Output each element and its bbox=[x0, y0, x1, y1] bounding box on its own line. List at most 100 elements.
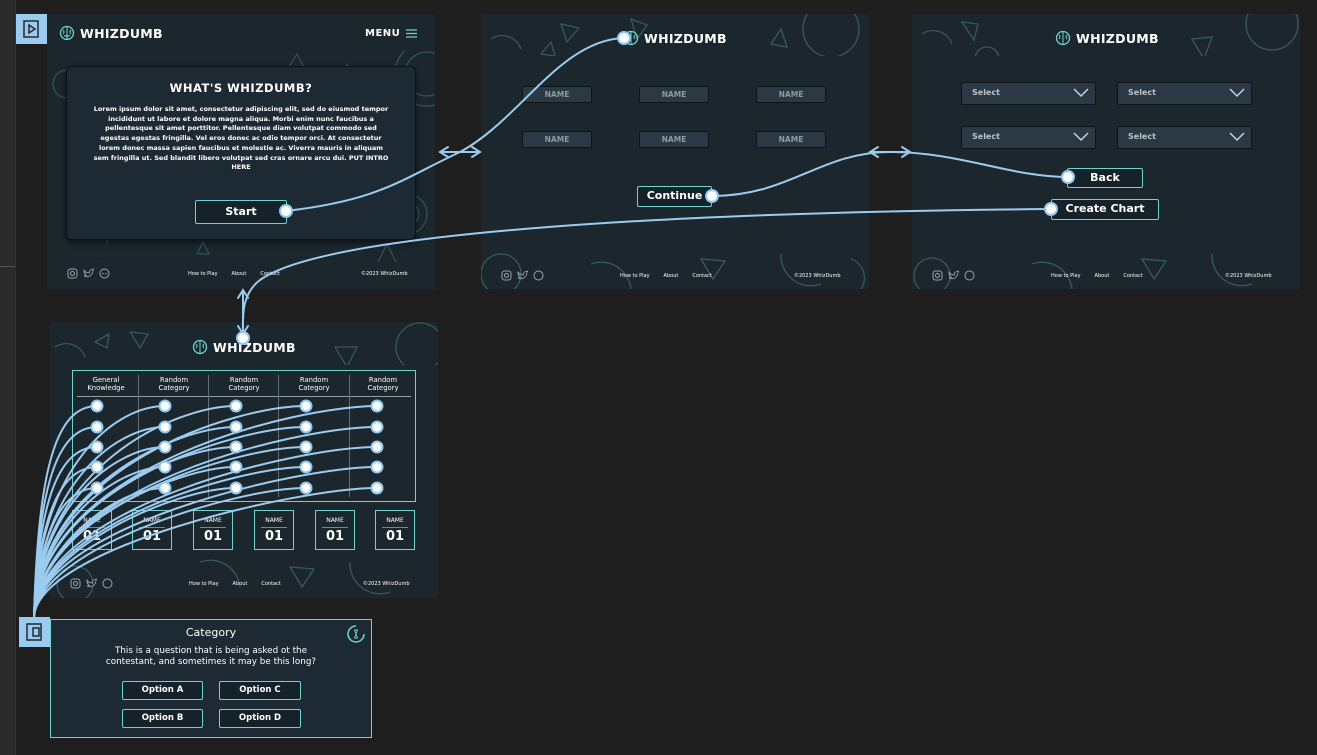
select-placeholder: Select bbox=[1128, 88, 1156, 97]
question-overlay-frame[interactable]: Category This is a question that is bein… bbox=[50, 619, 372, 738]
question-text: This is a question that is being asked o… bbox=[105, 646, 317, 667]
chevron-down-icon bbox=[1073, 88, 1089, 98]
select-placeholder: Select bbox=[972, 132, 1000, 141]
brand-name: WHIZDUMB bbox=[80, 25, 163, 41]
players-frame[interactable]: WHIZDUMB NAME NAME NAME NAME NAME NAME C… bbox=[481, 14, 869, 289]
footer-link-contact[interactable]: Contact bbox=[261, 581, 280, 587]
footer-links: How to Play About Contact bbox=[1051, 273, 1143, 279]
canvas-left-toolbar bbox=[0, 0, 16, 755]
instagram-icon[interactable] bbox=[932, 270, 943, 281]
footer-links: How to Play About Contact bbox=[620, 273, 712, 279]
brand-logo[interactable]: WHIZDUMB bbox=[623, 30, 727, 46]
brand-logo[interactable]: WHIZDUMB bbox=[1055, 30, 1159, 46]
select-placeholder: Select bbox=[1128, 132, 1156, 141]
instagram-icon[interactable] bbox=[67, 268, 78, 279]
footer-copyright: ©2023 WhizDumb bbox=[361, 271, 408, 277]
footer-copyright: ©2023 WhizDumb bbox=[1225, 273, 1272, 279]
player-name-input-3[interactable]: NAME bbox=[756, 86, 826, 103]
chevron-down-icon bbox=[1229, 132, 1245, 142]
flow-starting-point-icon[interactable] bbox=[16, 14, 47, 44]
footer-links: How to Play About Contact bbox=[189, 581, 281, 587]
footer-link-how-to-play[interactable]: How to Play bbox=[189, 581, 219, 587]
player-name-input-4[interactable]: NAME bbox=[522, 131, 592, 148]
brain-icon bbox=[192, 339, 208, 355]
footer-link-contact[interactable]: Contact bbox=[260, 271, 279, 277]
category-header-2: Random Category bbox=[158, 376, 190, 392]
player-name-input-1[interactable]: NAME bbox=[522, 86, 592, 103]
timer-icon bbox=[347, 625, 365, 643]
footer-link-about[interactable]: About bbox=[664, 273, 679, 279]
brand-name: WHIZDUMB bbox=[1076, 30, 1159, 46]
select-placeholder: Select bbox=[972, 88, 1000, 97]
create-chart-button[interactable]: Create Chart bbox=[1051, 199, 1159, 220]
category-header-4: Random Category bbox=[298, 376, 330, 392]
player-name-input-2[interactable]: NAME bbox=[639, 86, 709, 103]
player-name-input-5[interactable]: NAME bbox=[639, 131, 709, 148]
brand-logo[interactable]: WHIZDUMB bbox=[192, 339, 296, 355]
menu-button[interactable]: MENU bbox=[365, 28, 418, 39]
intro-title: WHAT'S WHIZDUMB? bbox=[169, 81, 313, 95]
social-links bbox=[67, 268, 110, 279]
option-b-button[interactable]: Option B bbox=[122, 709, 203, 728]
board-footer: How to Play About Contact ©2023 WhizDumb bbox=[50, 572, 438, 598]
brand-logo[interactable]: WHIZDUMB bbox=[59, 25, 163, 41]
player-score-1: NAME 01 bbox=[72, 510, 112, 550]
flow-overlay-icon[interactable] bbox=[19, 617, 50, 647]
continue-button[interactable]: Continue bbox=[637, 186, 712, 207]
option-d-button[interactable]: Option D bbox=[219, 709, 301, 728]
home-footer: How to Play About Contact ©2023 WhizDumb bbox=[47, 262, 435, 284]
home-frame[interactable]: WHIZDUMB MENU WHAT'S WHIZDUMB? Lorem ips… bbox=[47, 14, 435, 289]
social-links bbox=[70, 578, 113, 589]
player-score-6: NAME 01 bbox=[375, 510, 415, 550]
discord-icon[interactable] bbox=[99, 268, 110, 279]
question-category-title: Category bbox=[185, 626, 237, 639]
question-board: General Knowledge Random Category Random Ca… bbox=[72, 370, 416, 502]
category-select-3[interactable]: Select bbox=[961, 126, 1096, 149]
footer-copyright: ©2023 WhizDumb bbox=[363, 581, 410, 587]
player-score-3: NAME 01 bbox=[193, 510, 233, 550]
instagram-icon[interactable] bbox=[501, 270, 512, 281]
board-frame[interactable]: WHIZDUMB General Knowledge Random Category… bbox=[50, 322, 438, 598]
category-select-1[interactable]: Select bbox=[961, 82, 1096, 105]
social-links bbox=[932, 270, 975, 281]
chevron-down-icon bbox=[1229, 88, 1245, 98]
option-a-button[interactable]: Option A bbox=[122, 681, 203, 700]
brain-icon bbox=[59, 25, 75, 41]
player-score-4: NAME 01 bbox=[254, 510, 294, 550]
footer-link-about[interactable]: About bbox=[233, 581, 248, 587]
back-button[interactable]: Back bbox=[1067, 168, 1143, 188]
twitter-icon[interactable] bbox=[517, 270, 528, 281]
discord-icon[interactable] bbox=[964, 270, 975, 281]
category-setup-frame[interactable]: WHIZDUMB Select Select Select Select Bac… bbox=[912, 14, 1300, 289]
footer-link-how-to-play[interactable]: How to Play bbox=[188, 271, 218, 277]
option-c-button[interactable]: Option C bbox=[219, 681, 301, 700]
category-header-3: Random Category bbox=[228, 376, 260, 392]
discord-icon[interactable] bbox=[102, 578, 113, 589]
discord-icon[interactable] bbox=[533, 270, 544, 281]
instagram-icon[interactable] bbox=[70, 578, 81, 589]
start-button[interactable]: Start bbox=[195, 200, 287, 224]
footer-links: How to Play About Contact bbox=[188, 271, 280, 277]
footer-link-contact[interactable]: Contact bbox=[1123, 273, 1142, 279]
player-score-5: NAME 01 bbox=[315, 510, 355, 550]
footer-link-contact[interactable]: Contact bbox=[692, 273, 711, 279]
category-header-1: General Knowledge bbox=[87, 376, 125, 392]
twitter-icon[interactable] bbox=[83, 268, 94, 279]
category-select-2[interactable]: Select bbox=[1117, 82, 1252, 105]
menu-label: MENU bbox=[365, 28, 401, 39]
category-select-4[interactable]: Select bbox=[1117, 126, 1252, 149]
player-score-2: NAME 01 bbox=[132, 510, 172, 550]
brand-name: WHIZDUMB bbox=[644, 30, 727, 46]
footer-link-about[interactable]: About bbox=[1095, 273, 1110, 279]
footer-link-how-to-play[interactable]: How to Play bbox=[1051, 273, 1081, 279]
footer-link-how-to-play[interactable]: How to Play bbox=[620, 273, 650, 279]
players-footer: How to Play About Contact ©2023 WhizDumb bbox=[481, 264, 869, 289]
player-name-input-6[interactable]: NAME bbox=[756, 131, 826, 148]
footer-link-about[interactable]: About bbox=[232, 271, 247, 277]
brain-icon bbox=[1055, 30, 1071, 46]
twitter-icon[interactable] bbox=[948, 270, 959, 281]
hamburger-icon bbox=[406, 29, 418, 38]
twitter-icon[interactable] bbox=[86, 578, 97, 589]
footer-copyright: ©2023 WhizDumb bbox=[794, 273, 841, 279]
chevron-down-icon bbox=[1073, 132, 1089, 142]
